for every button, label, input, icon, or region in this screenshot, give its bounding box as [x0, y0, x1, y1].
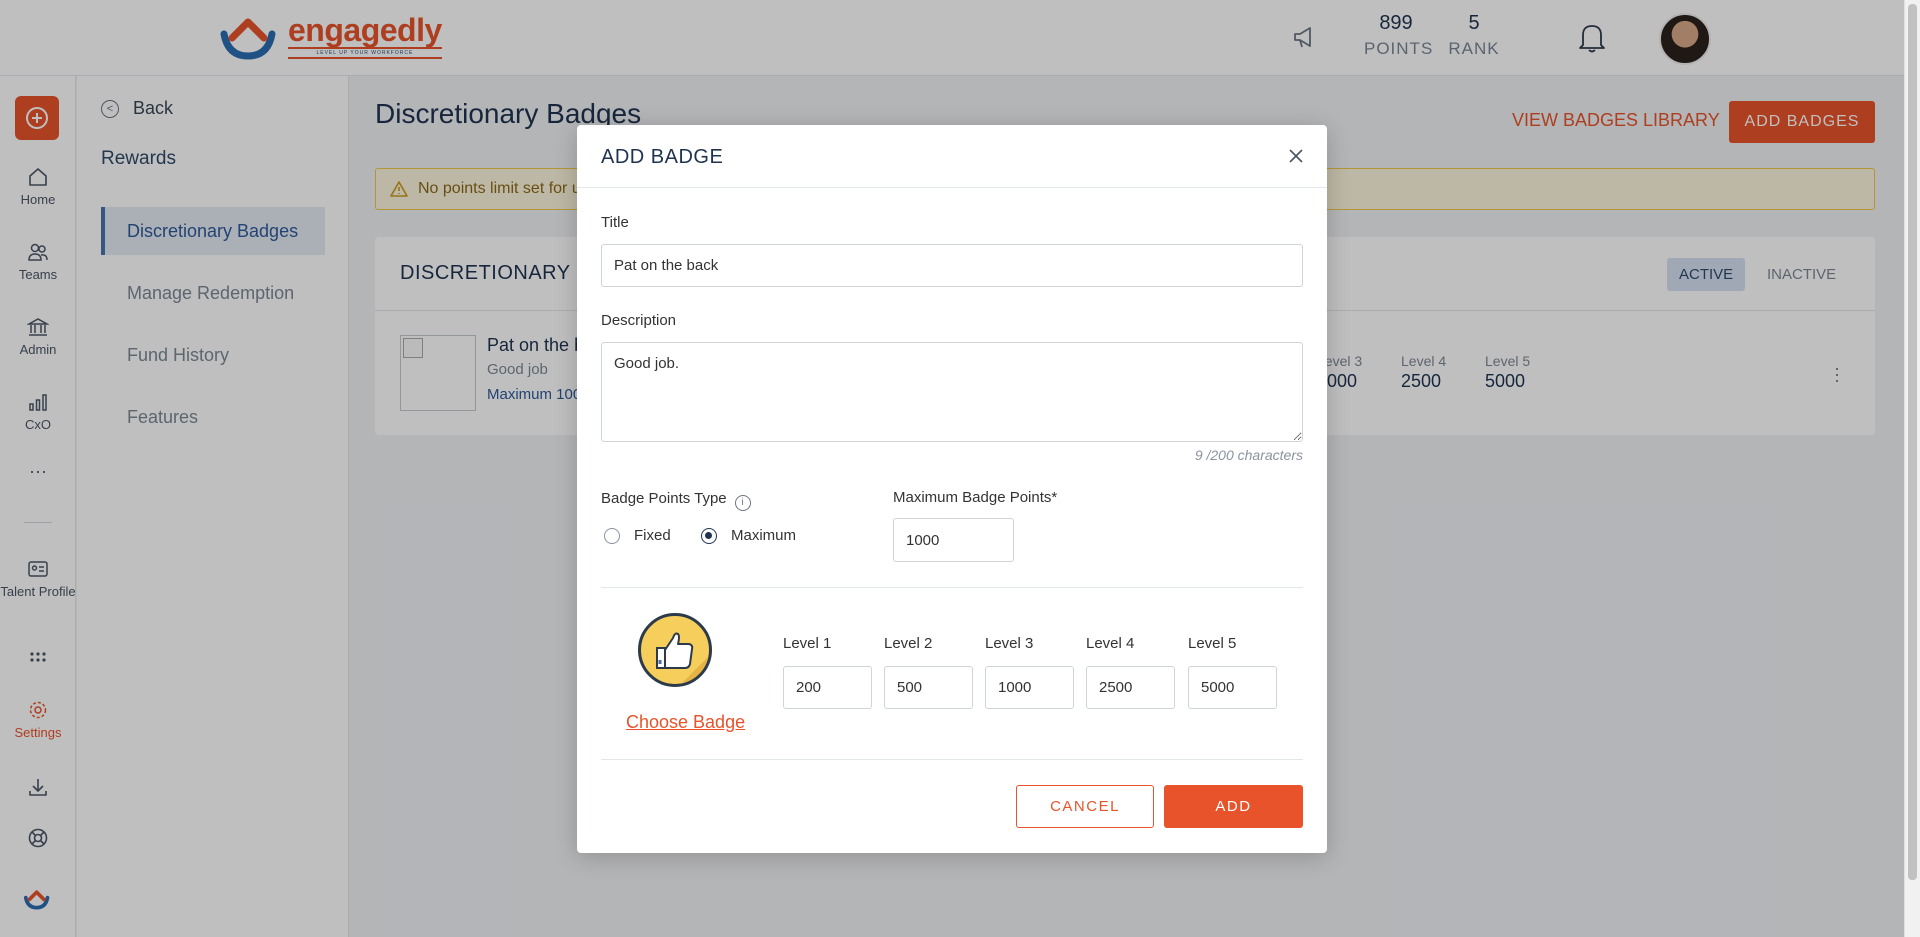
modal-title: ADD BADGE	[601, 146, 724, 168]
title-input[interactable]	[601, 244, 1303, 287]
level-2-label: Level 2	[884, 635, 933, 652]
radio-fixed[interactable]: Fixed	[604, 527, 671, 544]
level-2-input[interactable]	[884, 666, 973, 709]
add-badge-modal: ADD BADGE Title Description Good job. 9 …	[577, 125, 1327, 853]
badge-points-type-text: Badge Points Type	[601, 490, 727, 507]
page-scrollbar[interactable]	[1904, 0, 1920, 937]
close-icon[interactable]	[1285, 145, 1307, 167]
radio-maximum-label: Maximum	[731, 527, 797, 544]
scrollbar-thumb[interactable]	[1908, 4, 1917, 880]
level-3-label: Level 3	[985, 635, 1034, 652]
divider	[601, 587, 1303, 588]
level-1-input[interactable]	[783, 666, 872, 709]
radio-fixed-label: Fixed	[634, 527, 671, 544]
level-4-label: Level 4	[1086, 635, 1135, 652]
max-badge-points-input[interactable]	[893, 518, 1014, 562]
title-label: Title	[601, 214, 629, 231]
thumbs-up-badge-icon[interactable]	[638, 613, 712, 687]
info-icon[interactable]: i	[734, 494, 751, 511]
description-textarea[interactable]: Good job.	[601, 342, 1303, 442]
max-badge-points-label: Maximum Badge Points*	[893, 489, 1058, 506]
level-5-label: Level 5	[1188, 635, 1237, 652]
add-button[interactable]: ADD	[1164, 785, 1303, 828]
cancel-button[interactable]: CANCEL	[1016, 785, 1154, 828]
level-1-label: Level 1	[783, 635, 832, 652]
choose-badge-link[interactable]: Choose Badge	[626, 712, 745, 733]
description-label: Description	[601, 312, 677, 329]
divider	[601, 759, 1303, 760]
radio-fixed-circle[interactable]	[604, 527, 620, 544]
level-4-input[interactable]	[1086, 666, 1175, 709]
radio-maximum-circle[interactable]	[701, 527, 717, 544]
level-5-input[interactable]	[1188, 666, 1277, 709]
level-3-input[interactable]	[985, 666, 1074, 709]
radio-maximum[interactable]: Maximum	[701, 527, 796, 544]
badge-points-type-label: Badge Points Type i	[601, 490, 751, 511]
character-count: 9 /200 characters	[1194, 447, 1303, 463]
